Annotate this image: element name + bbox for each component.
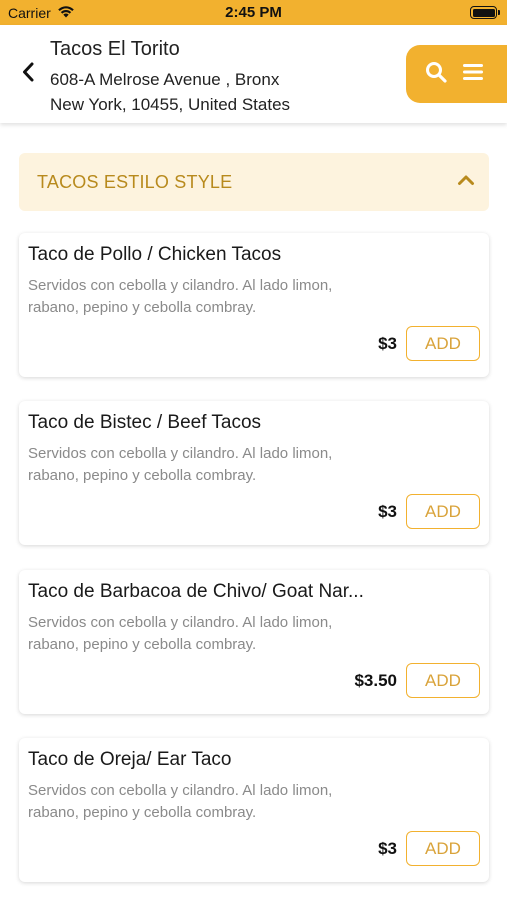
item-description: Servidos con cebolla y cilandro. Al lado… <box>28 782 333 821</box>
menu-item-card[interactable]: Taco de Bistec / Beef Tacos Servidos con… <box>19 401 489 545</box>
address-line-1: 608-A Melrose Avenue , Bronx <box>50 70 280 89</box>
item-description: Servidos con cebolla y cilandro. Al lado… <box>28 445 333 484</box>
item-description: Servidos con cebolla y cilandro. Al lado… <box>28 614 333 653</box>
add-button[interactable]: ADD <box>406 326 480 361</box>
restaurant-name: Tacos El Torito <box>50 38 180 60</box>
restaurant-header: Tacos El Torito 608-A Melrose Avenue , B… <box>0 25 507 123</box>
category-header[interactable]: TACOS ESTILO STYLE <box>19 153 489 211</box>
hamburger-menu-icon[interactable] <box>462 62 484 87</box>
add-button[interactable]: ADD <box>406 494 480 529</box>
item-description: Servidos con cebolla y cilandro. Al lado… <box>28 277 333 316</box>
menu-item-card[interactable]: Taco de Oreja/ Ear Taco Servidos con ceb… <box>19 738 489 882</box>
menu-item-card[interactable]: Taco de Pollo / Chicken Tacos Servidos c… <box>19 233 489 377</box>
status-bar: Carrier 2:45 PM <box>0 0 507 25</box>
chevron-left-icon <box>21 61 35 88</box>
status-time: 2:45 PM <box>225 4 282 21</box>
back-button[interactable] <box>14 59 42 89</box>
item-name: Taco de Bistec / Beef Tacos <box>28 412 262 433</box>
add-button[interactable]: ADD <box>406 831 480 866</box>
battery-icon <box>470 6 500 19</box>
address-line-2: New York, 10455, United States <box>50 95 291 114</box>
header-actions <box>406 45 507 103</box>
item-name: Taco de Oreja/ Ear Taco <box>28 749 232 770</box>
item-price: $3 <box>378 502 397 521</box>
item-price: $3.50 <box>354 671 397 690</box>
item-price: $3 <box>378 334 397 353</box>
category-title: TACOS ESTILO STYLE <box>37 171 233 192</box>
item-name: Taco de Pollo / Chicken Tacos <box>28 244 282 265</box>
item-price: $3 <box>378 839 397 858</box>
add-button[interactable]: ADD <box>406 663 480 698</box>
wifi-icon <box>57 5 75 21</box>
item-name: Taco de Barbacoa de Chivo/ Goat Nar... <box>28 581 364 602</box>
status-left: Carrier <box>8 5 75 21</box>
menu-item-card[interactable]: Taco de Barbacoa de Chivo/ Goat Nar... S… <box>19 570 489 714</box>
carrier-label: Carrier <box>8 4 51 21</box>
search-icon[interactable] <box>424 60 448 89</box>
chevron-up-icon[interactable] <box>457 173 475 191</box>
